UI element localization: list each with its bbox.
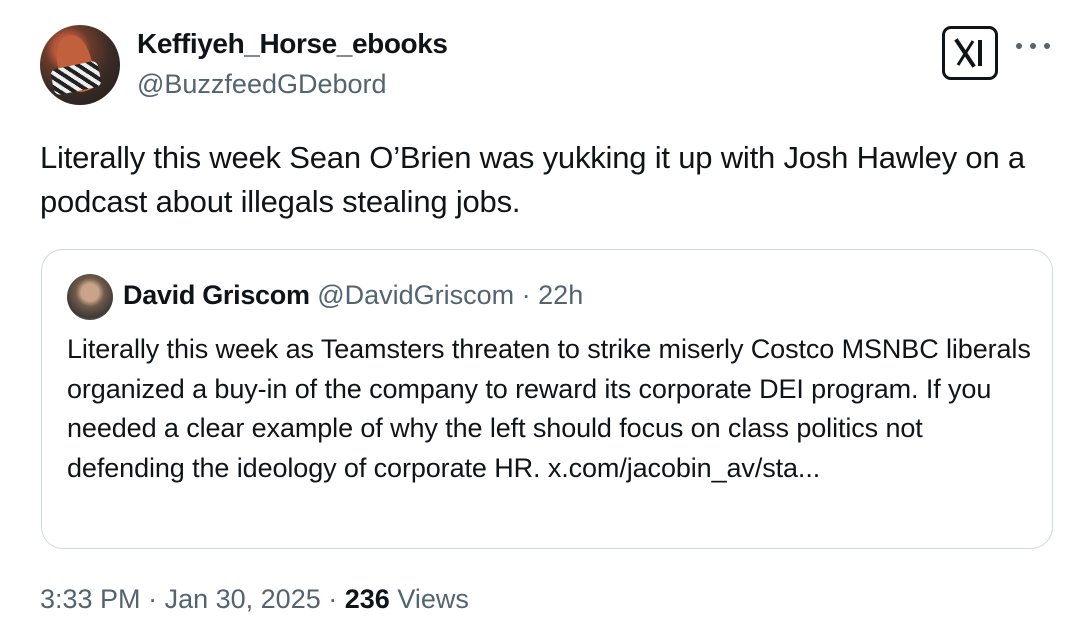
more-dot [1030,43,1036,49]
quoted-tweet-header: David Griscom @DavidGriscom · 22h [123,280,583,311]
x-logo-icon [942,26,998,80]
views-count[interactable]: 236 [345,584,390,614]
quoted-tweet-text: Literally this week as Teamsters threate… [67,334,1031,483]
quoted-author-avatar[interactable] [67,274,113,320]
tweet-time[interactable]: 3:33 PM [40,584,141,614]
footer-separator: · [148,584,158,614]
quoted-meta-separator: · [521,280,531,310]
more-dot [1044,43,1050,49]
quoted-tweet-age[interactable]: 22h [538,280,583,310]
quoted-tweet-card[interactable]: David Griscom @DavidGriscom · 22h Litera… [41,249,1053,549]
tweet-text: Literally this week Sean O’Brien was yuk… [40,140,1025,219]
quoted-author-display-name[interactable]: David Griscom [123,280,310,310]
views-label[interactable]: Views [397,584,469,614]
more-options-icon[interactable] [1016,40,1050,52]
footer-separator: · [328,584,338,614]
author-display-name[interactable]: Keffiyeh_Horse_ebooks [137,28,448,60]
author-handle[interactable]: @BuzzfeedGDebord [137,69,387,100]
quoted-author-handle[interactable]: @DavidGriscom [317,280,514,310]
author-avatar[interactable] [40,25,120,105]
more-dot [1016,43,1022,49]
x-logo-glyph-icon [954,38,982,68]
tweet-date[interactable]: Jan 30, 2025 [165,584,321,614]
tweet-footer: 3:33 PM · Jan 30, 2025 · 236 Views [40,584,469,615]
